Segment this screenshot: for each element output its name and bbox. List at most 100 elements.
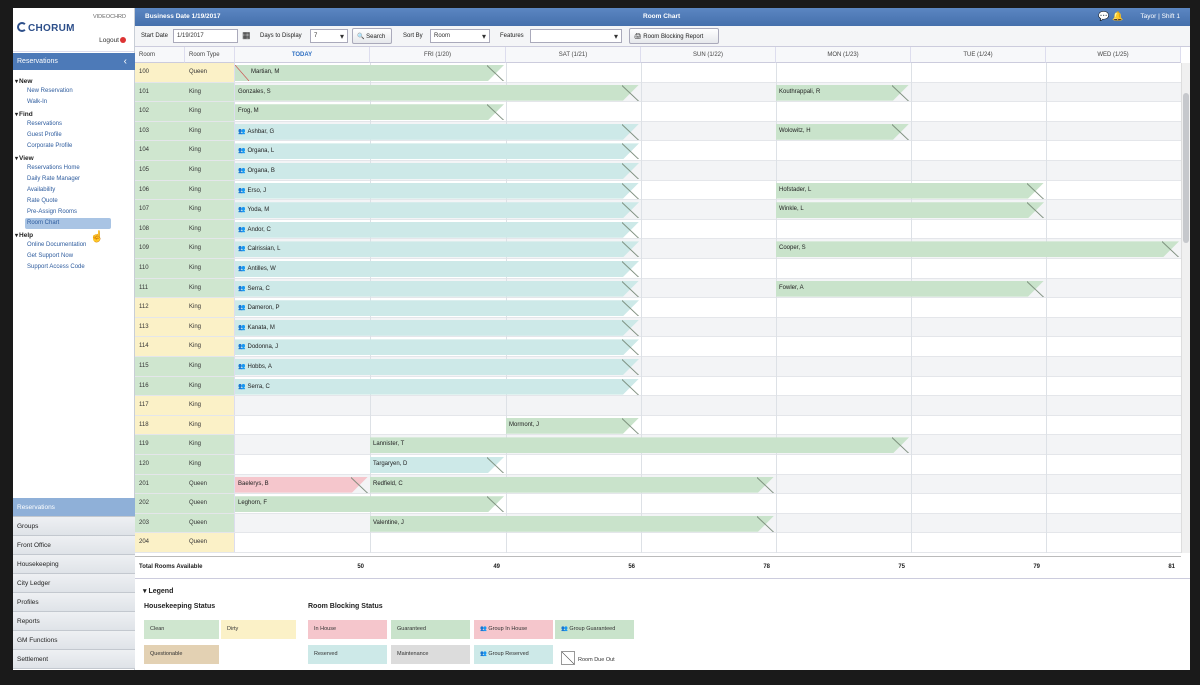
features-select[interactable] [530,29,622,43]
reservation-block[interactable]: Kouthrappali, R [776,85,909,101]
room-number[interactable]: 101 [135,82,185,102]
reservation-block[interactable]: Baelerys, B [235,477,368,493]
room-number[interactable]: 113 [135,317,185,337]
room-number[interactable]: 104 [135,141,185,160]
reservation-block[interactable]: Leghorn, F [235,496,504,512]
menu-group-help[interactable]: ▾Help [13,231,135,240]
room-number[interactable]: 110 [135,259,185,278]
reservation-block[interactable]: Fowler, A [776,281,1044,297]
bottom-nav-housekeeping[interactable]: Housekeeping [13,555,135,574]
room-number[interactable]: 201 [135,474,185,494]
reservation-block[interactable]: 👥 Antilles, W [235,261,639,277]
room-number[interactable]: 112 [135,298,185,317]
bottom-nav-gm-functions[interactable]: GM Functions [13,631,135,650]
menu-item-room-chart[interactable]: Room Chart [25,218,111,229]
collapse-chevron-icon[interactable]: ‹ [124,56,127,67]
reservation-block[interactable]: 👥 Dodonna, J [235,339,639,355]
room-number[interactable]: 116 [135,376,185,396]
bottom-nav-reservations[interactable]: Reservations [13,498,135,517]
reservation-block[interactable]: 👥 Ashbar, G [235,124,639,140]
room-number[interactable]: 204 [135,533,185,552]
room-number[interactable]: 108 [135,219,185,239]
room-number[interactable]: 100 [135,63,185,82]
reservation-block[interactable]: Wolowitz, H [776,124,909,140]
room-number[interactable]: 120 [135,455,185,474]
room-number[interactable]: 107 [135,200,185,219]
bottom-nav-settlement[interactable]: Settlement [13,650,135,669]
reservation-block[interactable]: Valentine, J [370,516,774,532]
room-number[interactable]: 117 [135,396,185,415]
room-number[interactable]: 102 [135,102,185,121]
reservation-block[interactable]: 👥 Organa, L [235,143,639,159]
bottom-nav-front-office[interactable]: Front Office [13,536,135,555]
room-number[interactable]: 109 [135,239,185,258]
day-header-5[interactable]: TUE (1/24) [911,47,1046,63]
legend-toggle[interactable]: ▾ Legend [143,587,173,595]
room-number[interactable]: 114 [135,337,185,356]
day-header-4[interactable]: MON (1/23) [776,47,911,63]
room-number[interactable]: 118 [135,415,185,435]
chat-icon[interactable]: 💬 [1098,11,1109,21]
menu-item-pre-assign-rooms[interactable]: Pre-Assign Rooms [13,207,135,218]
reservation-block[interactable]: Martian, M [235,65,504,81]
room-number[interactable]: 103 [135,121,185,141]
bottom-nav-reports[interactable]: Reports [13,612,135,631]
menu-item-rate-quote[interactable]: Rate Quote [13,196,135,207]
menu-item-online-documentation[interactable]: Online Documentation [13,240,135,251]
logout-link[interactable]: Logout [99,37,126,44]
reservation-block[interactable]: 👥 Erso, J [235,183,639,199]
menu-group-view[interactable]: ▾View [13,154,135,163]
reservation-block[interactable]: 👥 Serra, C [235,379,639,395]
bottom-nav-city-ledger[interactable]: City Ledger [13,574,135,593]
days-select[interactable]: 7 [310,29,348,43]
room-number[interactable]: 111 [135,278,185,298]
menu-item-reservations[interactable]: Reservations [13,119,135,130]
reservation-block[interactable]: 👥 Hobbs, A [235,359,639,375]
menu-group-new[interactable]: ▾New [13,77,135,86]
day-header-3[interactable]: SUN (1/22) [641,47,776,63]
menu-item-corporate-profile[interactable]: Corporate Profile [13,141,135,152]
day-header-2[interactable]: SAT (1/21) [506,47,641,63]
reservation-block[interactable]: Cooper, S [776,241,1179,257]
reservation-block[interactable]: 👥 Organa, B [235,163,639,179]
reservation-block[interactable]: 👥 Kanata, M [235,320,639,336]
menu-item-guest-profile[interactable]: Guest Profile [13,130,135,141]
reservation-block[interactable]: Hofstader, L [776,183,1044,199]
sort-select[interactable]: Room [430,29,490,43]
menu-item-new-reservation[interactable]: New Reservation [13,86,135,97]
search-button[interactable]: 🔍 Search [352,28,392,44]
room-number[interactable]: 119 [135,435,185,454]
reservation-block[interactable]: 👥 Yoda, M [235,202,639,218]
reservation-block[interactable]: 👥 Serra, C [235,281,639,297]
reservation-block[interactable]: 👥 Calrissian, L [235,241,639,257]
room-blocking-report-button[interactable]: 🖨 Room Blocking Report [629,28,719,44]
day-header-6[interactable]: WED (1/25) [1046,47,1181,63]
room-number[interactable]: 203 [135,513,185,533]
bottom-nav-groups[interactable]: Groups [13,517,135,536]
calendar-icon[interactable]: ▦ [242,30,251,41]
reservation-block[interactable]: 👥 Andor, C [235,222,639,238]
start-date-input[interactable]: 1/19/2017 [173,29,238,43]
reservation-block[interactable]: Gonzales, S [235,85,639,101]
menu-item-availability[interactable]: Availability [13,185,135,196]
room-number[interactable]: 105 [135,161,185,180]
menu-item-support-access-code[interactable]: Support Access Code [13,262,135,273]
reservation-block[interactable]: Targaryen, D [370,457,504,473]
room-number[interactable]: 202 [135,494,185,513]
bottom-nav-profiles[interactable]: Profiles [13,593,135,612]
menu-item-reservations-home[interactable]: Reservations Home [13,163,135,174]
user-shift[interactable]: Tayor | Shift 1 [1140,13,1180,20]
menu-item-walk-in[interactable]: Walk-In [13,97,135,108]
menu-item-get-support-now[interactable]: Get Support Now [13,251,135,262]
scrollbar-thumb[interactable] [1183,93,1189,243]
reservation-block[interactable]: Mormont, J [506,418,639,434]
day-header-0[interactable]: TODAY [235,47,370,63]
room-number[interactable]: 106 [135,180,185,200]
reservation-block[interactable]: Winkle, L [776,202,1044,218]
vertical-scrollbar[interactable] [1181,63,1190,553]
reservation-block[interactable]: Frog, M [235,104,504,120]
reservation-block[interactable]: 👥 Dameron, P [235,300,639,316]
menu-group-find[interactable]: ▾Find [13,110,135,119]
reservation-block[interactable]: Redfield, C [370,477,774,493]
notification-icon[interactable]: 🔔 [1112,11,1123,21]
